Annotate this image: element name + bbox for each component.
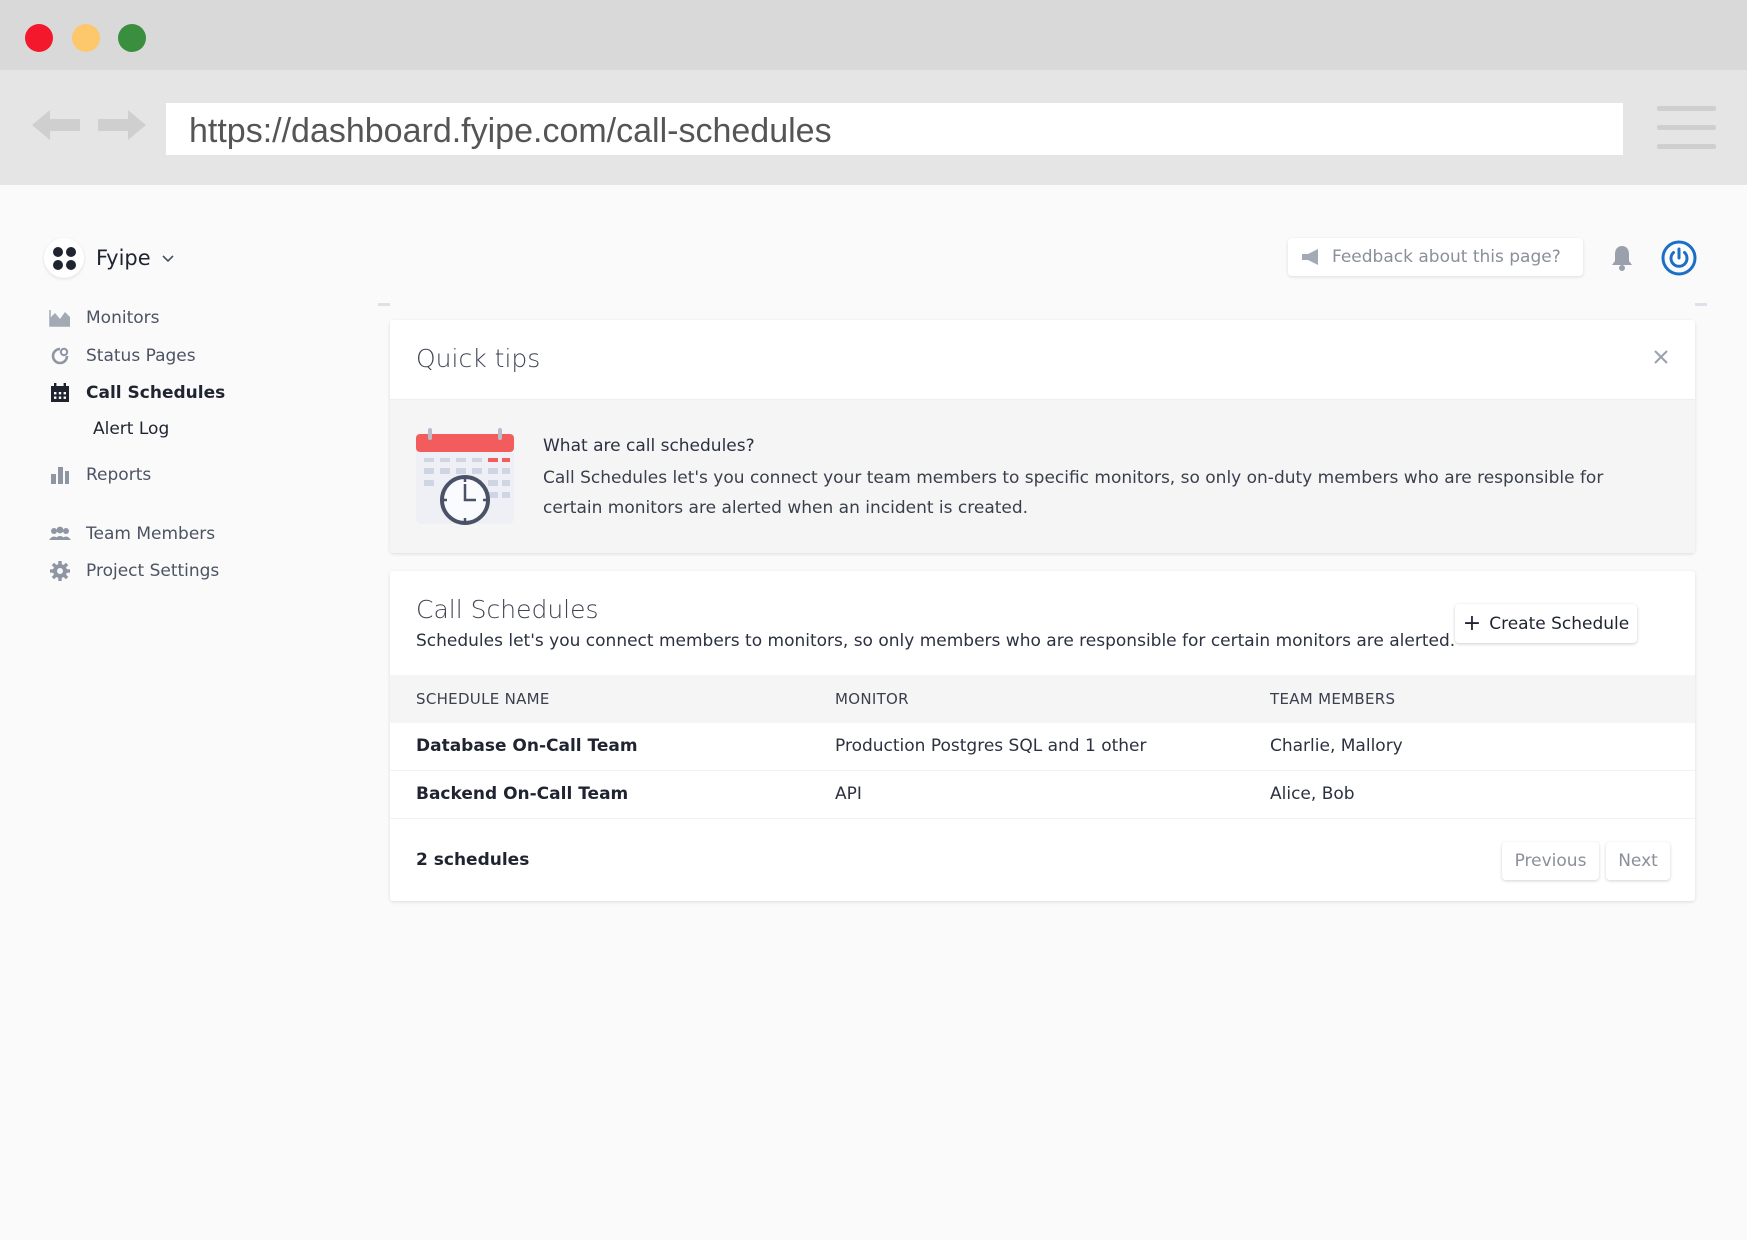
sidebar-item-reports[interactable]: Reports <box>48 462 151 488</box>
call-schedules-description: Schedules let's you connect members to m… <box>416 631 1456 651</box>
back-arrow-icon[interactable] <box>30 108 82 142</box>
sidebar-item-label: Status Pages <box>86 346 196 366</box>
schedule-members: Alice, Bob <box>1270 784 1355 804</box>
calendar-clock-illustration-icon <box>416 428 514 525</box>
sidebar-item-label: Project Settings <box>86 561 220 581</box>
notification-bell-icon[interactable] <box>1610 244 1634 272</box>
column-header-monitor: MONITOR <box>835 690 909 708</box>
feedback-placeholder: Feedback about this page? <box>1332 247 1561 267</box>
close-icon[interactable] <box>1652 348 1670 366</box>
schedule-name: Database On-Call Team <box>416 736 638 756</box>
forward-arrow-icon[interactable] <box>96 108 148 142</box>
maximize-window-button[interactable] <box>118 24 146 52</box>
schedule-count: 2 schedules <box>416 850 530 870</box>
browser-menu-icon[interactable] <box>1657 106 1716 150</box>
bar-chart-icon <box>48 464 72 486</box>
sidebar-item-call-schedules[interactable]: Call Schedules <box>48 380 225 406</box>
sidebar-item-project-settings[interactable]: Project Settings <box>48 558 219 584</box>
project-switcher[interactable]: Fyipe <box>44 238 175 278</box>
feedback-input[interactable]: Feedback about this page? <box>1288 238 1583 276</box>
previous-page-button[interactable]: Previous <box>1502 842 1599 880</box>
megaphone-icon <box>1302 249 1318 265</box>
create-schedule-label: Create Schedule <box>1489 613 1630 634</box>
plus-icon: + <box>1462 610 1482 636</box>
next-page-button[interactable]: Next <box>1606 842 1670 880</box>
column-header-team-members: TEAM MEMBERS <box>1270 690 1396 708</box>
schedule-name: Backend On-Call Team <box>416 784 629 804</box>
card-edge-left <box>378 303 390 306</box>
table-header: SCHEDULE NAME MONITOR TEAM MEMBERS <box>390 675 1695 723</box>
window-titlebar <box>0 0 1747 70</box>
quick-tips-text: Call Schedules let's you connect your te… <box>543 468 1604 518</box>
sidebar-item-team-members[interactable]: Team Members <box>48 521 215 547</box>
quick-tips-body: What are call schedules? Call Schedules … <box>390 399 1695 553</box>
project-name: Fyipe <box>96 246 151 270</box>
sidebar-item-status-pages[interactable]: Status Pages <box>48 343 196 369</box>
chevron-down-icon <box>162 255 174 263</box>
calendar-icon <box>48 382 72 404</box>
quick-tips-card: Quick tips What are call schedules? Call… <box>390 320 1695 553</box>
sidebar-item-monitors[interactable]: Monitors <box>48 305 159 331</box>
power-profile-icon[interactable] <box>1661 240 1697 276</box>
column-header-schedule-name: SCHEDULE NAME <box>416 690 550 708</box>
status-page-icon <box>48 345 72 367</box>
call-schedules-title: Call Schedules <box>416 595 599 624</box>
sidebar-item-label: Call Schedules <box>86 383 226 403</box>
table-row[interactable]: Backend On-Call Team API Alice, Bob <box>390 771 1695 819</box>
schedule-monitor: API <box>835 784 862 804</box>
schedule-monitor: Production Postgres SQL and 1 other <box>835 736 1147 756</box>
create-schedule-button[interactable]: + Create Schedule <box>1455 604 1637 643</box>
browser-toolbar: https://dashboard.fyipe.com/call-schedul… <box>0 70 1747 185</box>
sidebar-item-label: Monitors <box>86 308 160 328</box>
call-schedules-card: Call Schedules Schedules let's you conne… <box>390 571 1695 901</box>
quick-tips-question: What are call schedules? <box>543 436 755 456</box>
quick-tips-title: Quick tips <box>416 344 541 373</box>
sidebar-subitem-alert-log[interactable]: Alert Log <box>93 419 169 439</box>
close-window-button[interactable] <box>25 24 53 52</box>
address-bar-url: https://dashboard.fyipe.com/call-schedul… <box>189 112 832 150</box>
team-icon <box>48 523 72 545</box>
table-row[interactable]: Database On-Call Team Production Postgre… <box>390 723 1695 771</box>
area-chart-icon <box>48 307 72 329</box>
gear-icon <box>48 560 72 582</box>
schedule-members: Charlie, Mallory <box>1270 736 1403 756</box>
sidebar-item-label: Team Members <box>86 524 216 544</box>
sidebar-item-label: Reports <box>86 465 152 485</box>
address-bar[interactable]: https://dashboard.fyipe.com/call-schedul… <box>166 103 1623 155</box>
project-logo-icon <box>44 238 84 278</box>
card-edge-right <box>1695 303 1707 306</box>
minimize-window-button[interactable] <box>72 24 100 52</box>
